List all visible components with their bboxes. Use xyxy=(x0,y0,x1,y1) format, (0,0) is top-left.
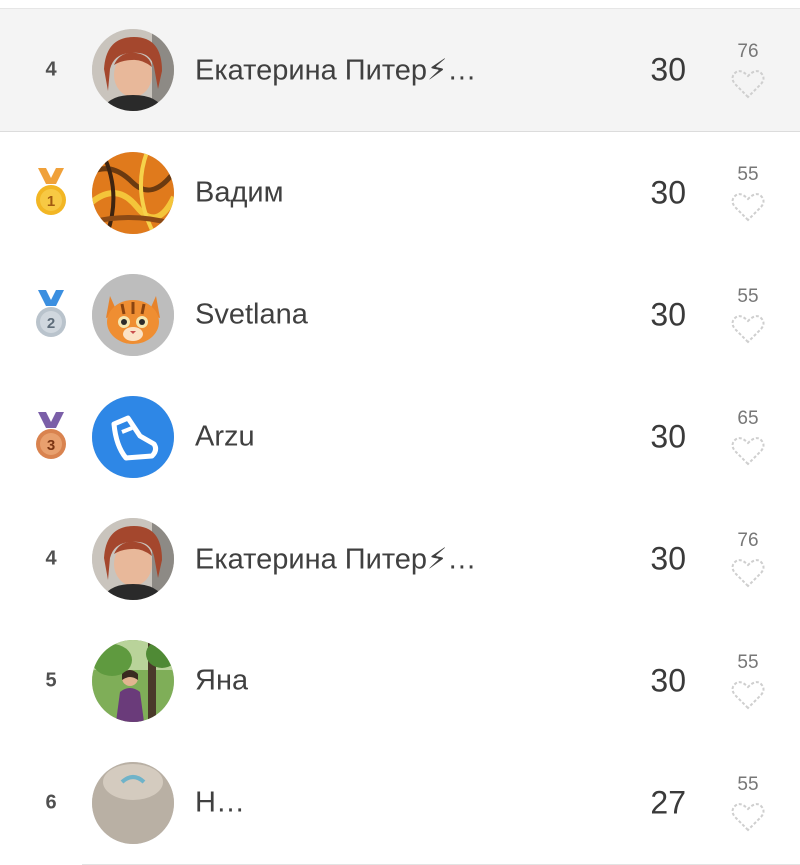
player-score: 30 xyxy=(650,51,686,88)
cat-face-avatar[interactable] xyxy=(92,274,174,356)
stone-photo-avatar[interactable] xyxy=(92,762,174,844)
gold-medal-icon: 1 xyxy=(36,168,66,215)
park-photo-avatar[interactable] xyxy=(92,640,174,722)
svg-text:3: 3 xyxy=(47,437,55,454)
likes-count: 76 xyxy=(737,41,759,62)
rank-number: 4 xyxy=(45,547,57,570)
woman-photo-avatar[interactable] xyxy=(92,518,174,600)
bronze-medal-icon: 3 xyxy=(36,412,66,459)
heart-icon[interactable] xyxy=(731,192,765,222)
abstract-painting-avatar[interactable] xyxy=(92,152,174,234)
player-name: Екатерина Питер⚡… xyxy=(195,54,477,87)
leaderboard-row[interactable]: 4 Екатерина Питер⚡… 30 76 xyxy=(0,498,800,621)
top-divider xyxy=(0,0,800,9)
rank-number: 6 xyxy=(45,791,57,814)
heart-icon[interactable] xyxy=(731,69,765,99)
likes-block[interactable]: 76 xyxy=(724,530,772,588)
leaderboard-row[interactable]: 6 Н… 27 55 xyxy=(0,742,800,865)
player-score: 27 xyxy=(650,784,686,821)
likes-count: 55 xyxy=(737,774,759,795)
svg-text:2: 2 xyxy=(47,315,55,332)
leaderboard-row[interactable]: 5 Яна 30 55 xyxy=(0,620,800,743)
sneaker-avatar[interactable] xyxy=(92,396,174,478)
likes-count: 55 xyxy=(737,286,759,307)
player-score: 30 xyxy=(650,174,686,211)
likes-block[interactable]: 76 xyxy=(724,41,772,99)
likes-block[interactable]: 55 xyxy=(724,164,772,222)
rank-number: 4 xyxy=(45,58,57,81)
player-name: Яна xyxy=(195,664,249,697)
heart-icon[interactable] xyxy=(731,436,765,466)
likes-block[interactable]: 55 xyxy=(724,652,772,710)
woman-photo-avatar[interactable] xyxy=(92,29,174,111)
heart-icon[interactable] xyxy=(731,680,765,710)
player-score: 30 xyxy=(650,296,686,333)
likes-count: 76 xyxy=(737,530,759,551)
heart-icon[interactable] xyxy=(731,558,765,588)
heart-icon[interactable] xyxy=(731,314,765,344)
player-name: Svetlana xyxy=(195,298,308,331)
player-score: 30 xyxy=(650,418,686,455)
player-name: Вадим xyxy=(195,176,284,209)
svg-text:1: 1 xyxy=(47,193,55,210)
heart-icon[interactable] xyxy=(731,802,765,832)
player-name: Arzu xyxy=(195,420,255,453)
silver-medal-icon: 2 xyxy=(36,290,66,337)
likes-count: 55 xyxy=(737,652,759,673)
leaderboard-row[interactable]: 1 Вадим 30 55 xyxy=(0,132,800,255)
likes-count: 65 xyxy=(737,408,759,429)
rank-number: 5 xyxy=(45,669,57,692)
player-name: Екатерина Питер⚡… xyxy=(195,543,477,576)
likes-block[interactable]: 55 xyxy=(724,774,772,832)
likes-block[interactable]: 55 xyxy=(724,286,772,344)
player-name: Н… xyxy=(195,786,245,819)
player-score: 30 xyxy=(650,540,686,577)
leaderboard-list: 4 Екатерина Питер⚡… 30 76 1 Вадим 30 55 … xyxy=(0,9,800,865)
likes-count: 55 xyxy=(737,164,759,185)
leaderboard-row[interactable]: 2 Svetlana 30 55 xyxy=(0,254,800,377)
player-score: 30 xyxy=(650,662,686,699)
leaderboard-row[interactable]: 3 Arzu 30 65 xyxy=(0,376,800,499)
leaderboard-row-current-user[interactable]: 4 Екатерина Питер⚡… 30 76 xyxy=(0,9,800,132)
likes-block[interactable]: 65 xyxy=(724,408,772,466)
